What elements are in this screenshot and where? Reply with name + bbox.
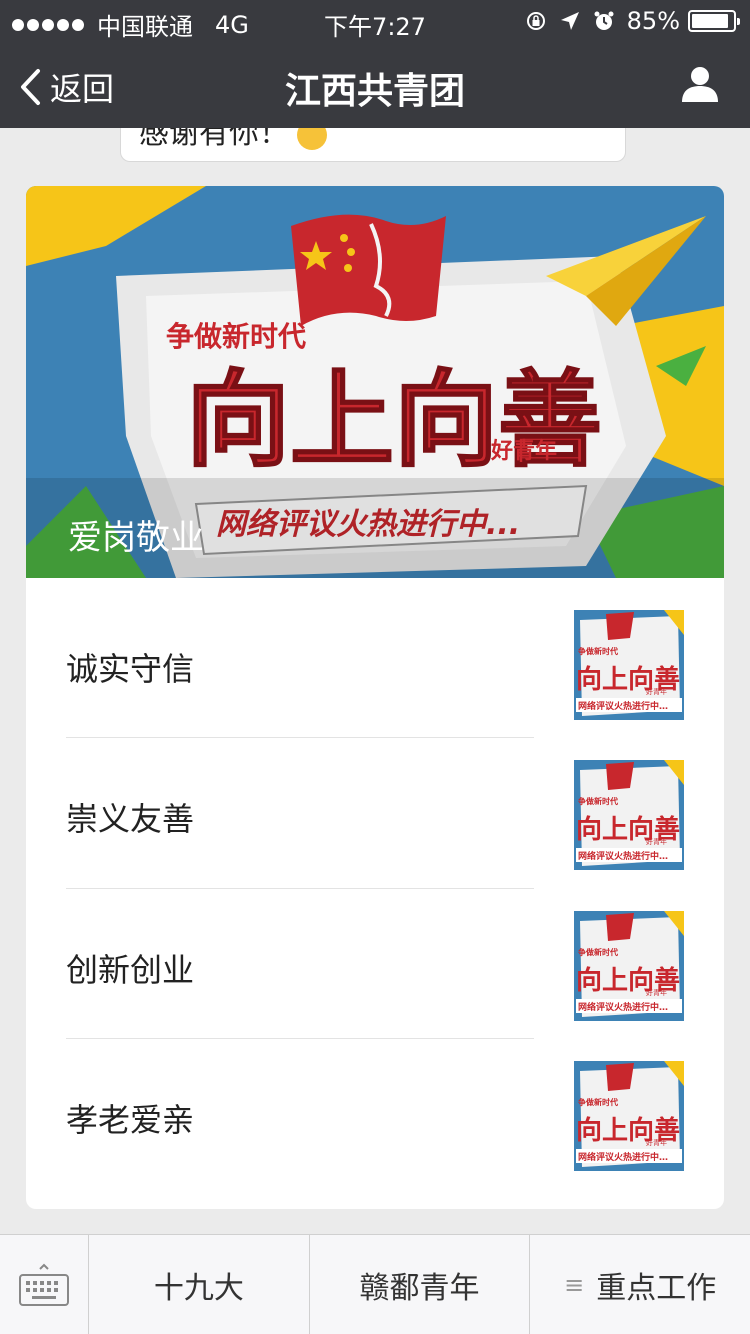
- article-title: 崇义友善: [66, 800, 195, 838]
- chat-text: 感谢有你！: [139, 128, 289, 151]
- status-bar: 中国联通 4G 下午7:27 85%: [0, 0, 750, 41]
- menu-item-ganpo-youth[interactable]: 赣鄱青年: [310, 1235, 531, 1334]
- status-right: 85%: [525, 7, 740, 35]
- svg-text:争做新时代: 争做新时代: [578, 646, 618, 656]
- rotation-lock-icon: [526, 12, 545, 30]
- article-thumbnail: 争做新时代 向上向善 好青年 网络评议火热进行中…: [574, 760, 684, 870]
- poster-line-3: 好青年: [490, 438, 557, 464]
- battery-icon: [688, 10, 740, 32]
- svg-text:网络评议火热进行中…: 网络评议火热进行中…: [578, 850, 668, 862]
- article-item[interactable]: 创新创业 争做新时代 向上向善 好青年 网络评议火热进行中…: [66, 889, 684, 1039]
- menu-item-label: 重点工作: [596, 1270, 717, 1306]
- article-title: 孝老爱亲: [66, 1101, 195, 1139]
- article-card: 争做新时代 向上向善 好青年 网络评议火热进行中... 爱岗敬业 诚实守信 争做…: [26, 186, 724, 1209]
- user-icon[interactable]: [680, 64, 720, 104]
- svg-text:争做新时代: 争做新时代: [578, 947, 618, 957]
- keyboard-toggle-button[interactable]: [0, 1235, 89, 1334]
- location-icon: [560, 12, 579, 30]
- cover-article[interactable]: 争做新时代 向上向善 好青年 网络评议火热进行中... 爱岗敬业: [26, 186, 724, 578]
- menu-item-shijiuda[interactable]: 十九大: [89, 1235, 310, 1334]
- article-title: 创新创业: [66, 951, 195, 989]
- keyboard-icon: [19, 1263, 69, 1306]
- article-thumbnail: 争做新时代 向上向善 好青年 网络评议火热进行中…: [574, 911, 684, 1021]
- svg-text:网络评议火热进行中…: 网络评议火热进行中…: [578, 700, 668, 712]
- svg-text:好青年: 好青年: [646, 988, 667, 997]
- cover-title: 爱岗敬业: [68, 518, 204, 558]
- bottom-menu: 十九大 赣鄱青年 ≡ 重点工作: [0, 1234, 750, 1334]
- svg-text:网络评议火热进行中…: 网络评议火热进行中…: [578, 1001, 668, 1013]
- menu-item-key-work[interactable]: ≡ 重点工作: [530, 1235, 750, 1334]
- article-thumbnail: 争做新时代 向上向善 好青年 网络评议火热进行中…: [574, 610, 684, 720]
- nav-bar: 返回 江西共青团: [0, 40, 750, 128]
- svg-text:好青年: 好青年: [646, 1138, 667, 1147]
- smile-emoji-icon: [297, 128, 327, 150]
- battery-percent: 85%: [626, 7, 680, 35]
- svg-text:好青年: 好青年: [646, 687, 667, 696]
- submenu-icon: ≡: [564, 1270, 585, 1299]
- menu-item-label: 赣鄱青年: [359, 1270, 480, 1306]
- poster-line-1: 争做新时代: [166, 320, 306, 353]
- svg-text:争做新时代: 争做新时代: [578, 1097, 618, 1107]
- article-item[interactable]: 孝老爱亲 争做新时代 向上向善 好青年 网络评议火热进行中…: [66, 1039, 684, 1189]
- svg-text:好青年: 好青年: [646, 837, 667, 846]
- menu-item-label: 十九大: [153, 1270, 244, 1306]
- article-title: 诚实守信: [66, 650, 195, 688]
- svg-text:争做新时代: 争做新时代: [578, 796, 618, 806]
- chat-bubble: 感谢有你！: [120, 128, 626, 162]
- article-item[interactable]: 诚实守信 争做新时代 向上向善 好青年 网络评议火热进行中…: [66, 588, 684, 738]
- page-title: 江西共青团: [284, 71, 465, 112]
- alarm-icon: [594, 11, 614, 30]
- article-item[interactable]: 崇义友善 争做新时代 向上向善 好青年 网络评议火热进行中…: [66, 738, 684, 888]
- svg-text:网络评议火热进行中…: 网络评议火热进行中…: [578, 1151, 668, 1163]
- article-thumbnail: 争做新时代 向上向善 好青年 网络评议火热进行中…: [574, 1061, 684, 1171]
